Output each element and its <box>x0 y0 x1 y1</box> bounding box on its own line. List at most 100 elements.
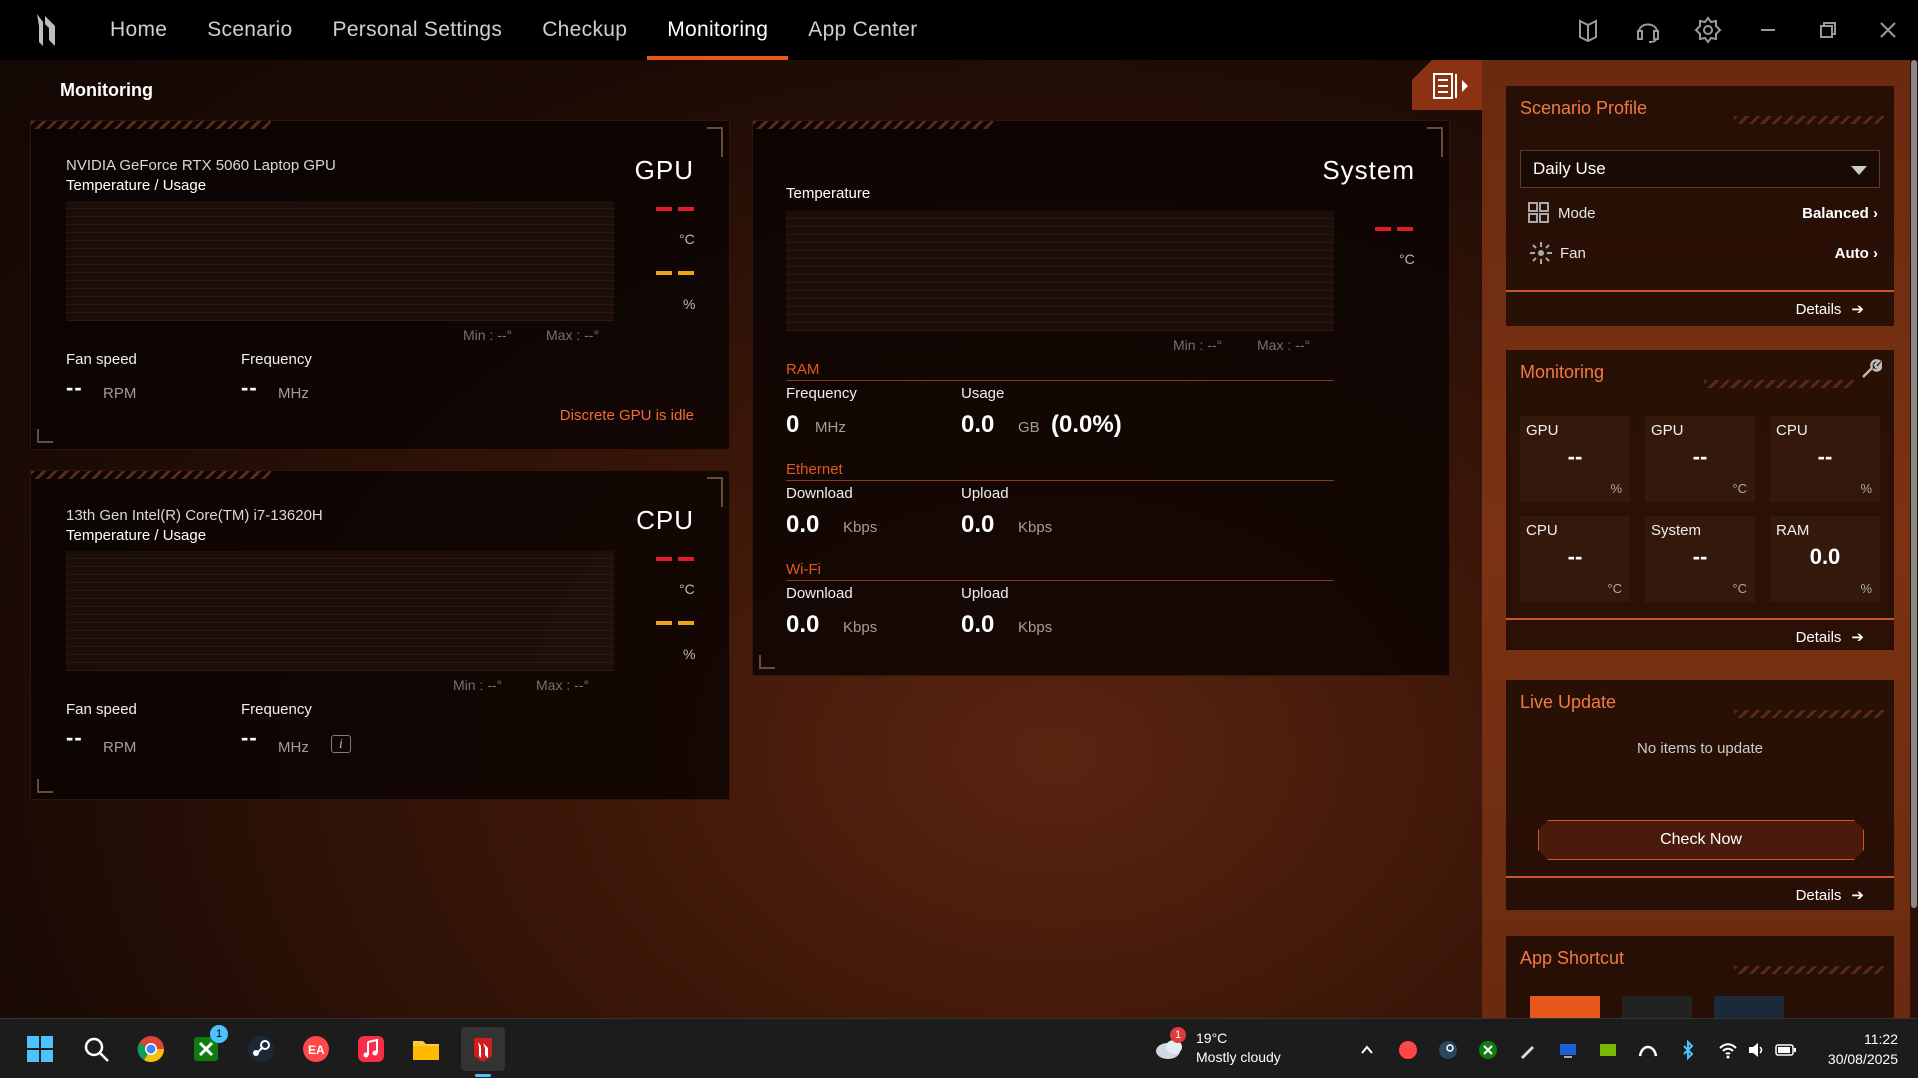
chevron-up-icon[interactable] <box>1356 1039 1378 1061</box>
cpu-subtitle: Temperature / Usage <box>66 527 207 544</box>
close-icon[interactable] <box>1858 0 1918 60</box>
taskbar: 1 EA 1 19°C Mostly cloudy 11:22 30/08/20… <box>0 1018 1918 1078</box>
headset-icon[interactable] <box>1618 0 1678 60</box>
tile-gpu-temp: GPU -- °C <box>1645 416 1755 502</box>
app-shortcut-2[interactable] <box>1622 996 1692 1018</box>
chrome-icon[interactable] <box>131 1029 171 1069</box>
tile-cpu-temp: CPU -- °C <box>1520 516 1630 602</box>
scenario-details-label: Details <box>1795 300 1842 318</box>
weather-widget[interactable]: 1 19°C Mostly cloudy <box>1154 1027 1304 1071</box>
sidebar-toggle[interactable] <box>1412 60 1482 110</box>
live-update-details-label: Details <box>1795 886 1842 904</box>
steam-tray-icon[interactable] <box>1437 1039 1459 1061</box>
ethernet-up-value: 0.0 <box>961 511 995 538</box>
scenario-select[interactable]: Daily Use <box>1520 150 1880 188</box>
file-explorer-icon[interactable] <box>406 1029 446 1069</box>
sidebar-scrollbar[interactable] <box>1910 60 1918 1018</box>
ethernet-down-value: 0.0 <box>786 511 820 538</box>
gpu-label: GPU <box>634 155 694 185</box>
tab-home[interactable]: Home <box>90 0 187 60</box>
ea-tray-icon[interactable] <box>1397 1039 1419 1061</box>
app-shortcut-1[interactable] <box>1530 996 1600 1018</box>
gpu-graph <box>66 201 614 321</box>
monitoring-details-label: Details <box>1795 628 1842 646</box>
tab-monitoring[interactable]: Monitoring <box>647 0 789 60</box>
chevron-right-icon: › <box>1873 204 1878 222</box>
ethernet-divider <box>786 480 1334 481</box>
page-title: Monitoring <box>60 80 153 100</box>
gear-icon[interactable] <box>1678 0 1738 60</box>
cpu-usage-unit: % <box>683 646 696 662</box>
tab-checkup[interactable]: Checkup <box>522 0 647 60</box>
app-shortcut-title: App Shortcut <box>1520 948 1625 968</box>
battery-icon[interactable] <box>1775 1039 1797 1061</box>
fan-row[interactable]: Fan Auto › <box>1528 240 1878 266</box>
ram-freq-label: Frequency <box>786 385 857 402</box>
tile-ram-usage: RAM 0.0% <box>1770 516 1880 602</box>
ram-usage-unit: GB <box>1018 419 1040 436</box>
gpu-status: Discrete GPU is idle <box>559 407 694 424</box>
chevron-down-icon <box>1851 166 1867 175</box>
weather-badge: 1 <box>1170 1027 1186 1043</box>
nvidia-tray-icon[interactable] <box>1597 1039 1619 1061</box>
cpu-min: Min : --° <box>453 677 503 693</box>
monitoring-details-link[interactable]: Details ➔ <box>1795 628 1864 647</box>
tile-system-temp: System -- °C <box>1645 516 1755 602</box>
cpu-freq-label: Frequency <box>241 701 312 718</box>
windows-start-icon[interactable] <box>20 1029 60 1069</box>
live-update-title: Live Update <box>1520 692 1617 712</box>
cpu-fan-unit: RPM <box>103 739 137 756</box>
arrow-right-icon: ➔ <box>1851 629 1864 646</box>
ram-usage-label: Usage <box>961 385 1005 402</box>
xbox-tray-icon[interactable] <box>1477 1039 1499 1061</box>
pen-tray-icon[interactable] <box>1517 1039 1539 1061</box>
gpu-freq-label: Frequency <box>241 351 312 368</box>
fan-value: Auto <box>1834 244 1869 262</box>
ethernet-down-label: Download <box>786 485 853 502</box>
gpu-fan-value: -- <box>66 375 83 400</box>
live-update-details-link[interactable]: Details ➔ <box>1795 886 1864 905</box>
nitro-tray-icon[interactable] <box>1637 1039 1659 1061</box>
check-now-button[interactable]: Check Now <box>1538 820 1864 860</box>
gpu-temp-value <box>656 207 694 211</box>
app-shortcut-3[interactable] <box>1714 996 1784 1018</box>
tab-app-center[interactable]: App Center <box>788 0 937 60</box>
gpu-freq-unit: MHz <box>278 385 309 402</box>
clock[interactable]: 11:22 30/08/2025 <box>1828 1029 1898 1069</box>
xbox-icon[interactable]: 1 <box>186 1025 228 1069</box>
info-icon[interactable]: i <box>331 735 351 753</box>
system-min: Min : --° <box>1173 337 1223 353</box>
weather-desc: Mostly cloudy <box>1196 1049 1281 1065</box>
scenario-details-link[interactable]: Details ➔ <box>1795 300 1864 319</box>
gpu-usage-unit: % <box>683 296 696 312</box>
tile-cpu-usage: CPU --% <box>1770 416 1880 502</box>
xbox-badge: 1 <box>210 1025 228 1043</box>
scenario-profile-card: Scenario Profile Daily Use Mode Balanced… <box>1506 86 1894 326</box>
mode-row[interactable]: Mode Balanced › <box>1528 200 1878 226</box>
gpu-min: Min : --° <box>463 327 513 343</box>
display-tray-icon[interactable] <box>1557 1039 1579 1061</box>
bluetooth-icon[interactable] <box>1677 1039 1699 1061</box>
minimize-icon[interactable] <box>1738 0 1798 60</box>
search-icon[interactable] <box>76 1029 116 1069</box>
tab-personal-settings[interactable]: Personal Settings <box>313 0 523 60</box>
music-icon[interactable] <box>351 1029 391 1069</box>
steam-icon[interactable] <box>241 1029 281 1069</box>
restore-icon[interactable] <box>1798 0 1858 60</box>
ea-icon[interactable]: EA <box>296 1029 336 1069</box>
wrench-icon[interactable] <box>1860 358 1883 385</box>
gpu-fan-unit: RPM <box>103 385 137 402</box>
window-controls <box>1558 0 1918 60</box>
monitoring-card-title: Monitoring <box>1520 362 1605 382</box>
wifi-icon[interactable] <box>1717 1039 1739 1061</box>
cpu-freq-value: -- <box>241 725 258 750</box>
cpu-panel: 13th Gen Intel(R) Core(TM) i7-13620H Tem… <box>30 470 730 800</box>
gpu-panel: NVIDIA GeForce RTX 5060 Laptop GPU Tempe… <box>30 120 730 450</box>
tile-gpu-usage: GPU --% <box>1520 416 1630 502</box>
cpu-usage-value <box>656 621 694 625</box>
tab-scenario[interactable]: Scenario <box>187 0 312 60</box>
nitrosense-taskbar-icon[interactable] <box>461 1027 505 1077</box>
book-icon[interactable] <box>1558 0 1618 60</box>
gpu-freq-value: -- <box>241 375 258 400</box>
volume-icon[interactable] <box>1745 1039 1767 1061</box>
